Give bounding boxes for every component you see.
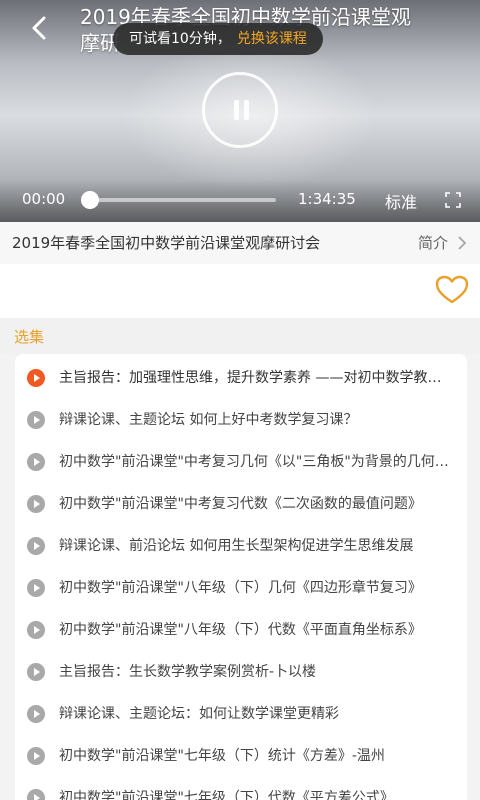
quality-button[interactable]: 标准 [385,189,417,213]
play-icon [27,663,45,681]
fullscreen-button[interactable] [444,191,462,209]
episode-title: 辩课论课、主题论坛 如何上好中考数学复习课？ [59,412,358,428]
favorite-row [0,264,480,318]
play-icon [27,495,45,513]
play-icon [27,453,45,471]
episode-title: 初中数学"前沿课堂"中考复习代数《二次函数的最值问题》 [59,496,422,512]
progress-thumb[interactable] [81,191,99,209]
redeem-course-link[interactable]: 兑换该课程 [237,31,307,47]
fullscreen-icon [445,192,461,208]
play-icon [27,411,45,429]
course-name: 2019年春季全国初中数学前沿课堂观摩研讨会 [12,234,321,252]
total-time: 1:34:35 [298,190,356,208]
current-time: 00:00 [22,190,66,208]
back-button[interactable] [24,12,56,44]
episode-item[interactable]: 初中数学"前沿课堂"七年级（下）统计《方差》-温州 [15,734,467,776]
play-icon [27,621,45,639]
intro-link[interactable]: 简介 [418,232,448,253]
play-icon [27,789,45,800]
back-arrow-icon [32,16,46,40]
episode-item[interactable]: 主旨报告：加强理性思维，提升数学素养 ——对初中数学教学的思考 [15,356,467,398]
episode-title: 初中数学"前沿课堂"七年级（下）统计《方差》-温州 [59,748,385,764]
play-active-icon [27,369,45,387]
episodes-section-header [0,318,480,354]
episode-title: 初中数学"前沿课堂"中考复习几何《以"三角板"为背景的几何问题》 [59,454,451,470]
episode-item[interactable]: 初中数学"前沿课堂"中考复习几何《以"三角板"为背景的几何问题》 [15,440,467,482]
progress-track[interactable] [90,198,276,202]
episode-item[interactable]: 辩课论课、前沿论坛 如何用生长型架构促进学生思维发展 [15,524,467,566]
episode-item[interactable]: 辩课论课、主题论坛 如何上好中考数学复习课？ [15,398,467,440]
episode-title: 初中数学"前沿课堂"八年级（下）代数《平面直角坐标系》 [59,622,422,638]
episode-item[interactable]: 初中数学"前沿课堂"八年级（下）几何《四边形章节复习》 [15,566,467,608]
play-icon [27,705,45,723]
episode-title: 辩课论课、主题论坛：如何让数学课堂更精彩 [59,706,339,722]
episodes-label: 选集 [14,328,45,346]
pause-button[interactable] [202,72,278,148]
episode-list: 主旨报告：加强理性思维，提升数学素养 ——对初中数学教学的思考 辩课论课、主题论坛… [15,354,467,800]
play-icon [27,747,45,765]
play-icon [27,579,45,597]
trial-text: 可试看10分钟， [129,31,231,47]
heart-icon[interactable] [435,275,469,305]
episode-title: 主旨报告：生长数学教学案例赏析-卜以楼 [59,664,317,680]
trial-notice: 可试看10分钟， 兑换该课程 [113,23,323,55]
episode-title: 初中数学"前沿课堂"七年级（下）代数《平方差公式》 [59,790,394,800]
episode-item[interactable]: 辩课论课、主题论坛：如何让数学课堂更精彩 [15,692,467,734]
episode-item[interactable]: 初中数学"前沿课堂"八年级（下）代数《平面直角坐标系》 [15,608,467,650]
play-icon [27,537,45,555]
episode-title: 辩课论课、前沿论坛 如何用生长型架构促进学生思维发展 [59,538,414,554]
episode-title: 主旨报告：加强理性思维，提升数学素养 ——对初中数学教学的思考 [59,370,451,386]
episode-item[interactable]: 主旨报告：生长数学教学案例赏析-卜以楼 [15,650,467,692]
episode-item[interactable]: 初中数学"前沿课堂"中考复习代数《二次函数的最值问题》 [15,482,467,524]
chevron-right-icon[interactable] [456,234,468,252]
episode-title: 初中数学"前沿课堂"八年级（下）几何《四边形章节复习》 [59,580,422,596]
episode-item[interactable]: 初中数学"前沿课堂"七年级（下）代数《平方差公式》 [15,776,467,800]
